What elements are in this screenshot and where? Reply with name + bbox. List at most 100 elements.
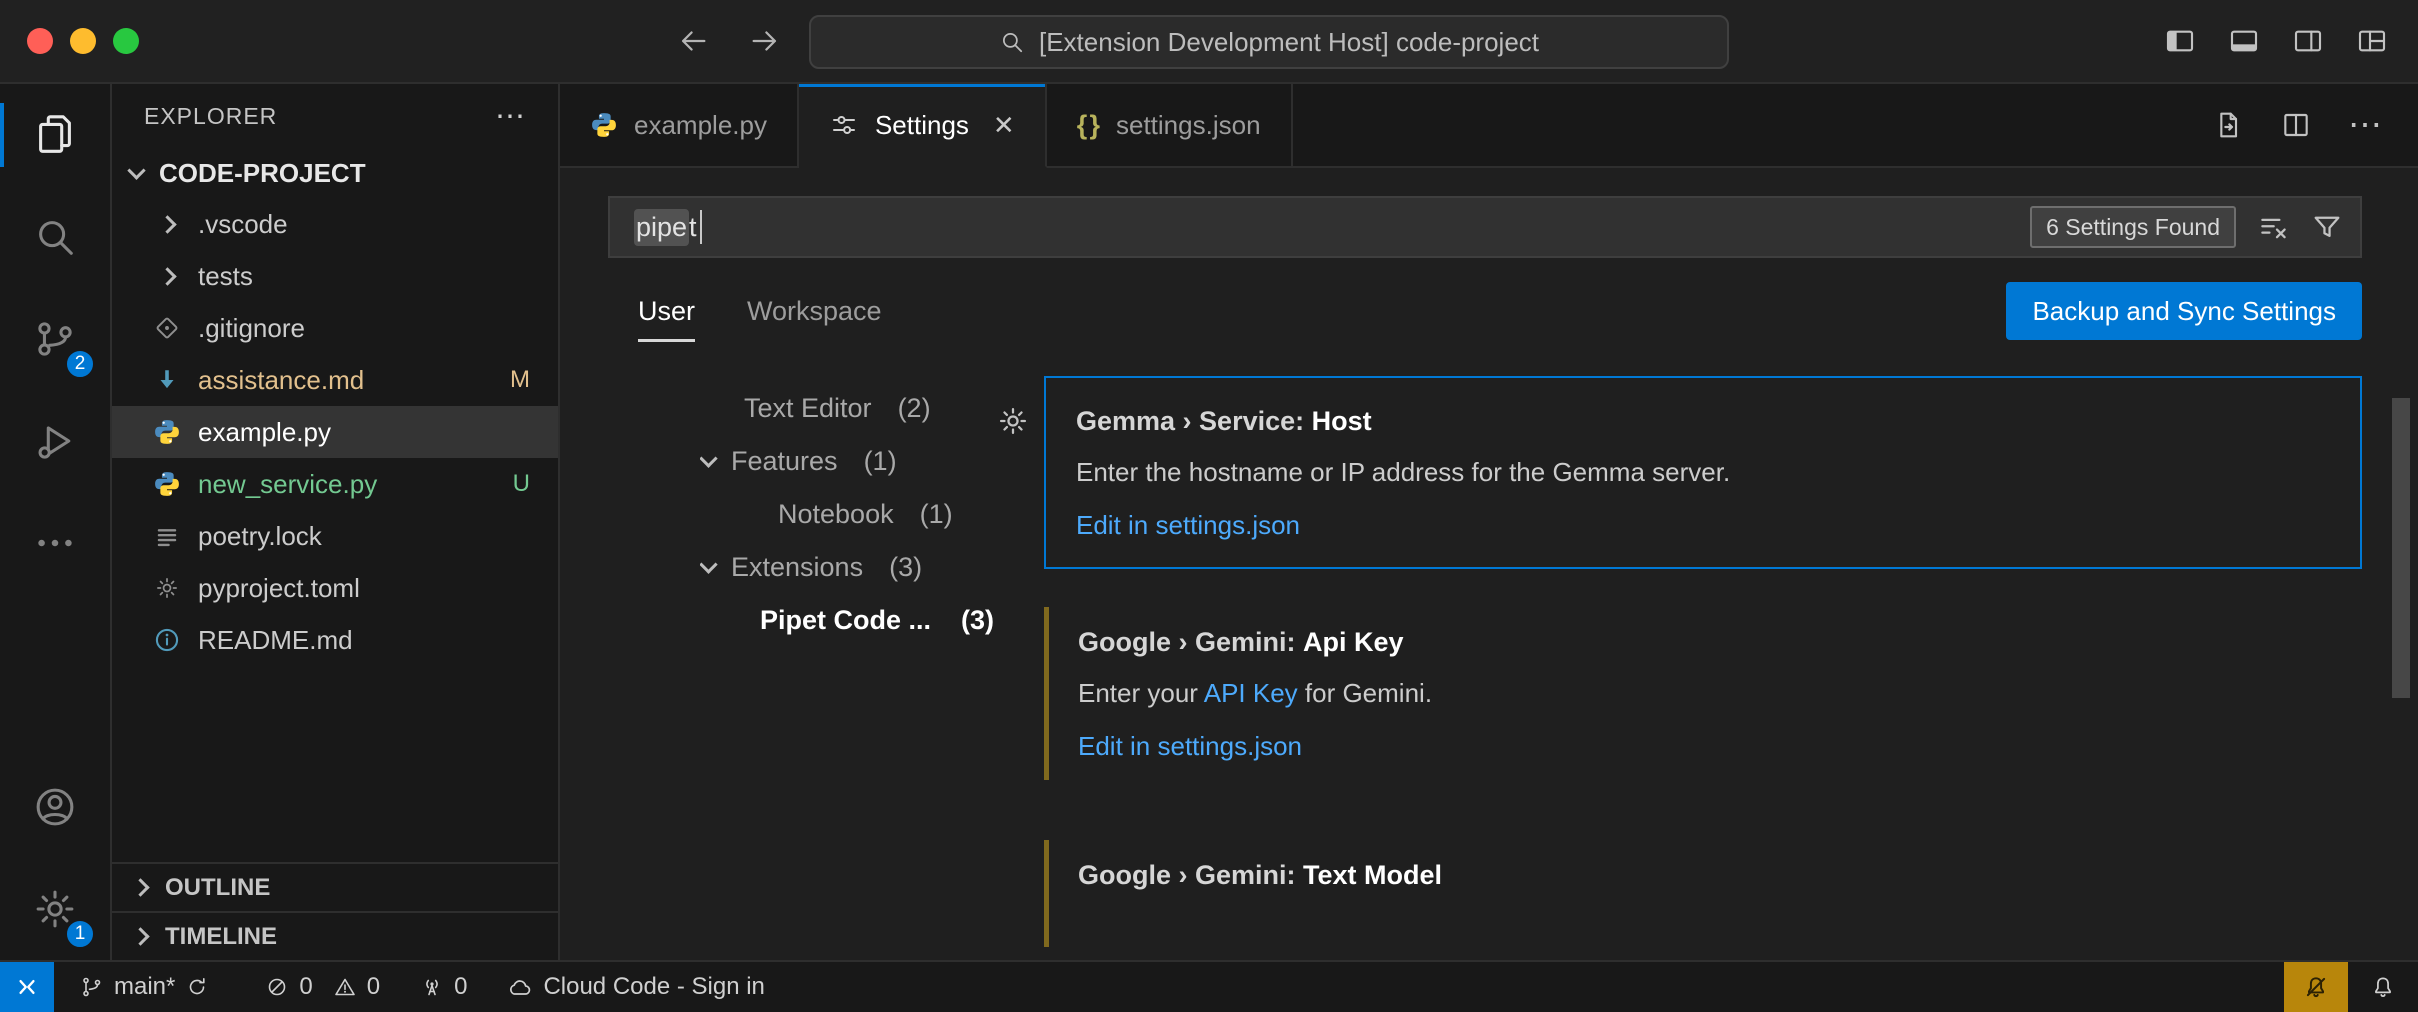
settings-sliders-icon bbox=[829, 110, 859, 140]
chevron-down-icon bbox=[127, 161, 145, 179]
settings-search-input[interactable]: pipet 6 Settings Found bbox=[608, 196, 2362, 258]
activity-search[interactable] bbox=[0, 186, 110, 288]
command-center[interactable]: [Extension Development Host] code-projec… bbox=[809, 15, 1729, 69]
setting-name: Text Model bbox=[1303, 860, 1442, 890]
search-icon bbox=[32, 214, 78, 260]
navigate-forward-icon[interactable] bbox=[748, 24, 782, 58]
setting-google-gemini-text-model[interactable]: Google › Gemini: Text Model bbox=[1044, 832, 2362, 937]
activity-explorer[interactable] bbox=[0, 84, 110, 186]
open-settings-json-icon[interactable] bbox=[2212, 109, 2244, 141]
tab-settings-json[interactable]: { } settings.json bbox=[1047, 84, 1293, 166]
toc-pipet-code[interactable]: Pipet Code ...(3) bbox=[700, 594, 1000, 647]
chevron-down-icon bbox=[700, 449, 718, 467]
split-editor-icon[interactable] bbox=[2280, 109, 2312, 141]
navigate-back-icon[interactable] bbox=[676, 24, 710, 58]
outline-section-header[interactable]: OUTLINE bbox=[112, 862, 558, 911]
tab-example-py[interactable]: example.py bbox=[560, 84, 799, 166]
file-row-gitignore[interactable]: .gitignore bbox=[112, 302, 558, 354]
scope-tab-workspace[interactable]: Workspace bbox=[747, 296, 882, 342]
explorer-root-folder[interactable]: CODE-PROJECT bbox=[112, 148, 558, 198]
toc-features[interactable]: Features(1) bbox=[700, 435, 1000, 488]
file-row-readme-md[interactable]: README.md bbox=[112, 614, 558, 666]
chevron-right-icon bbox=[131, 878, 149, 896]
source-control-badge: 2 bbox=[64, 348, 96, 380]
file-row-new-service-py[interactable]: new_service.py U bbox=[112, 458, 558, 510]
scope-tab-user[interactable]: User bbox=[638, 296, 695, 342]
activity-run-debug[interactable] bbox=[0, 390, 110, 492]
bell-icon bbox=[2370, 974, 2396, 1000]
status-bar: main* 0 0 0 Cloud Code - Sign in bbox=[0, 960, 2418, 1012]
tab-close-icon[interactable]: ✕ bbox=[993, 110, 1015, 141]
file-row-example-py[interactable]: example.py bbox=[112, 406, 558, 458]
markdown-file-icon bbox=[152, 367, 182, 393]
file-row-vscode[interactable]: .vscode bbox=[112, 198, 558, 250]
settings-editor: pipet 6 Settings Found User Workspace bbox=[560, 168, 2418, 960]
activity-more[interactable] bbox=[0, 492, 110, 594]
remote-indicator[interactable] bbox=[0, 962, 54, 1012]
setting-google-gemini-api-key[interactable]: Google › Gemini: Api Key Enter your API … bbox=[1044, 599, 2362, 788]
ports-status-item[interactable]: 0 bbox=[420, 962, 467, 1012]
branch-status-item[interactable]: main* bbox=[80, 962, 209, 1012]
setting-category: Gemma › Service: bbox=[1076, 406, 1312, 436]
python-file-icon bbox=[590, 111, 618, 139]
git-branch-icon bbox=[80, 975, 104, 999]
toc-extensions[interactable]: Extensions(3) bbox=[700, 541, 1000, 594]
problems-status-item[interactable]: 0 0 bbox=[265, 962, 380, 1012]
close-window-button[interactable] bbox=[27, 28, 53, 54]
setting-category: Google › Gemini: bbox=[1078, 860, 1303, 890]
edit-in-settings-json-link[interactable]: Edit in settings.json bbox=[1078, 731, 1302, 761]
activity-settings[interactable]: 1 bbox=[0, 858, 110, 960]
tab-settings[interactable]: Settings ✕ bbox=[799, 84, 1047, 168]
edit-in-settings-json-link[interactable]: Edit in settings.json bbox=[1076, 510, 1300, 540]
file-row-tests[interactable]: tests bbox=[112, 250, 558, 302]
file-row-pyproject-toml[interactable]: pyproject.toml bbox=[112, 562, 558, 614]
backup-sync-settings-button[interactable]: Backup and Sync Settings bbox=[2006, 282, 2362, 340]
chevron-right-icon bbox=[158, 215, 176, 233]
setting-gemma-service-host[interactable]: Gemma › Service: Host Enter the hostname… bbox=[1044, 376, 2362, 569]
lock-file-icon bbox=[152, 523, 182, 549]
python-file-icon bbox=[152, 418, 182, 446]
minimize-window-button[interactable] bbox=[70, 28, 96, 54]
window-title: [Extension Development Host] code-projec… bbox=[1039, 27, 1539, 58]
setting-name: Api Key bbox=[1303, 627, 1404, 657]
setting-category: Google › Gemini: bbox=[1078, 627, 1303, 657]
chevron-down-icon bbox=[700, 555, 718, 573]
file-row-assistance-md[interactable]: assistance.md M bbox=[112, 354, 558, 406]
activity-source-control[interactable]: 2 bbox=[0, 288, 110, 390]
tab-bar: example.py Settings ✕ { } settings.json bbox=[560, 84, 2418, 168]
api-key-link[interactable]: API Key bbox=[1204, 678, 1298, 708]
window-controls bbox=[27, 28, 139, 54]
git-status-badge: U bbox=[513, 470, 530, 498]
chevron-right-icon bbox=[158, 267, 176, 285]
customize-layout-icon[interactable] bbox=[2356, 25, 2388, 57]
cloud-icon bbox=[507, 974, 533, 1000]
search-text-selected: pipe bbox=[634, 209, 689, 246]
toggle-primary-sidebar-icon[interactable] bbox=[2164, 25, 2196, 57]
bell-slash-icon bbox=[2303, 974, 2329, 1000]
toggle-panel-icon[interactable] bbox=[2228, 25, 2260, 57]
error-icon bbox=[265, 975, 289, 999]
more-actions-icon[interactable]: ⋯ bbox=[2348, 105, 2382, 145]
setting-description: Enter the hostname or IP address for the… bbox=[1076, 457, 2330, 488]
filter-icon[interactable] bbox=[2310, 210, 2344, 244]
setting-gear-icon[interactable] bbox=[996, 404, 1030, 438]
files-icon bbox=[32, 112, 78, 158]
clear-filters-icon[interactable] bbox=[2256, 210, 2290, 244]
text-cursor bbox=[700, 210, 702, 244]
settings-count-badge: 6 Settings Found bbox=[2030, 206, 2236, 248]
timeline-section-header[interactable]: TIMELINE bbox=[112, 911, 558, 960]
setting-name: Host bbox=[1312, 406, 1372, 436]
do-not-disturb-status-item[interactable] bbox=[2284, 962, 2348, 1012]
file-row-poetry-lock[interactable]: poetry.lock bbox=[112, 510, 558, 562]
scrollbar-thumb[interactable] bbox=[2392, 398, 2410, 698]
explorer-more-actions-icon[interactable]: ⋯ bbox=[495, 99, 526, 134]
cloud-code-status-item[interactable]: Cloud Code - Sign in bbox=[507, 962, 764, 1012]
zoom-window-button[interactable] bbox=[113, 28, 139, 54]
notifications-status-item[interactable] bbox=[2348, 962, 2418, 1012]
search-icon bbox=[999, 29, 1025, 55]
toc-text-editor[interactable]: Text Editor(2) bbox=[700, 382, 1000, 435]
toggle-secondary-sidebar-icon[interactable] bbox=[2292, 25, 2324, 57]
git-status-badge: M bbox=[510, 366, 530, 394]
activity-accounts[interactable] bbox=[0, 756, 110, 858]
toc-notebook[interactable]: Notebook(1) bbox=[700, 488, 1000, 541]
